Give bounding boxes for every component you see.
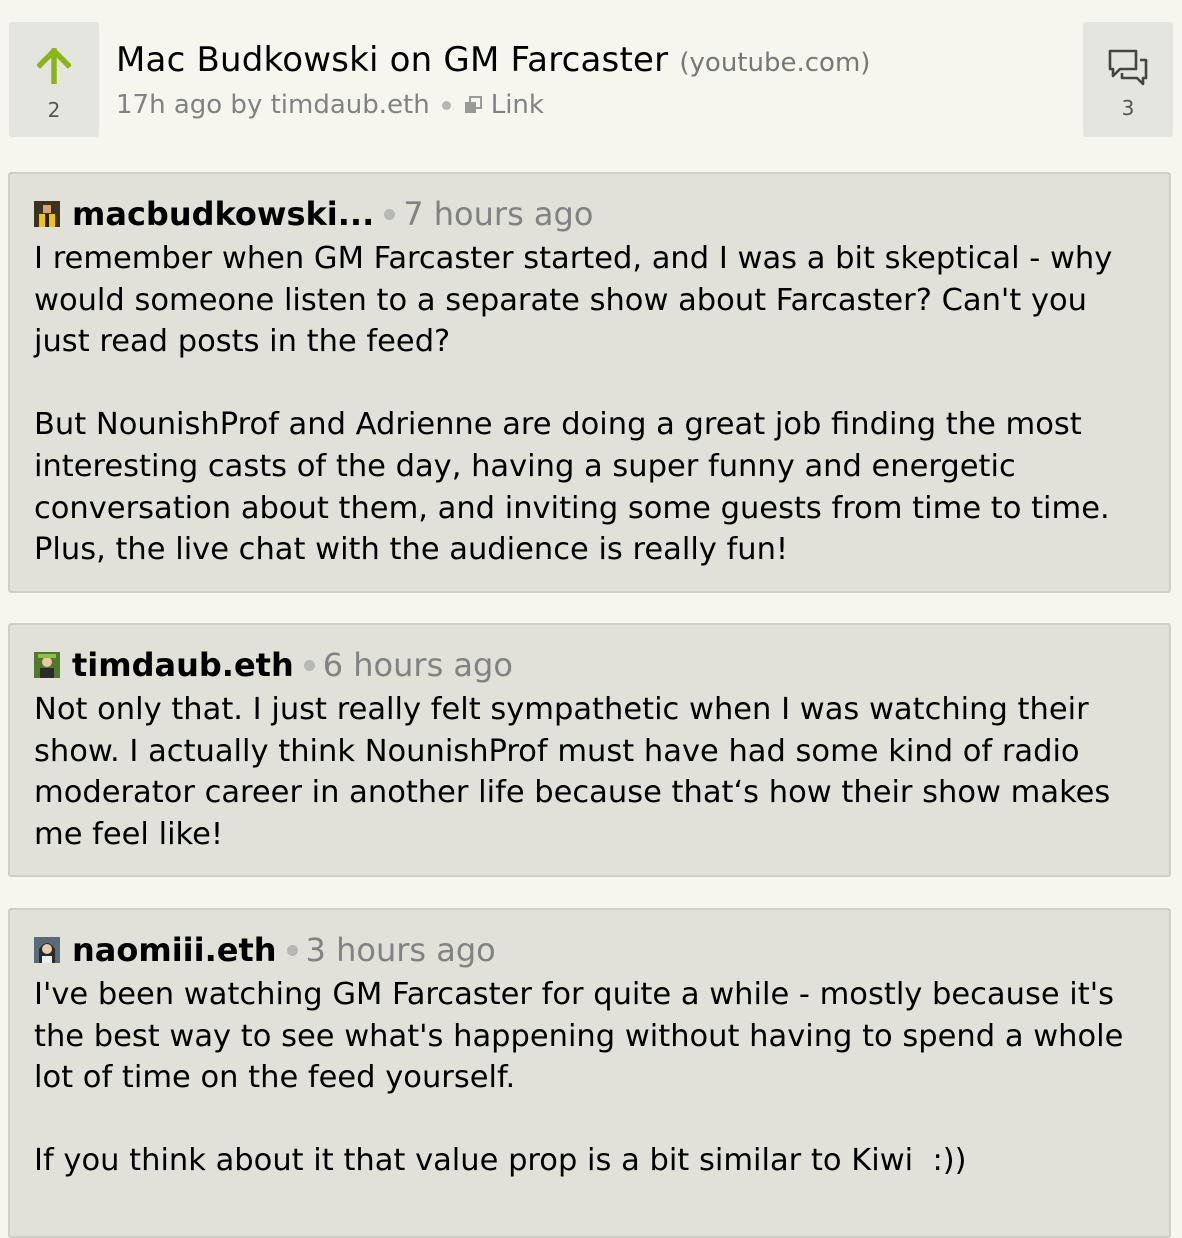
story-title[interactable]: Mac Budkowski on GM Farcaster	[116, 40, 668, 80]
avatar[interactable]	[34, 201, 60, 227]
comment-body: Not only that. I just really felt sympat…	[34, 689, 1145, 855]
comment-author[interactable]: macbudkowski...	[72, 195, 374, 233]
story-link[interactable]: Link	[491, 90, 544, 120]
comment-paragraph: Not only that. I just really felt sympat…	[34, 692, 1111, 852]
separator-dot	[303, 659, 315, 671]
story-meta: 17h ago by timdaub.eth Link	[116, 90, 544, 120]
comment: timdaub.eth 6 hours ago Not only that. I…	[8, 623, 1171, 877]
comment-paragraph: I remember when GM Farcaster started, an…	[34, 241, 1113, 360]
comments-count-box[interactable]: 3	[1083, 22, 1173, 137]
comment: naomiii.eth 3 hours ago I've been watchi…	[8, 908, 1171, 1238]
vote-count: 2	[47, 98, 61, 122]
comment-author[interactable]: timdaub.eth	[72, 646, 294, 684]
upvote-box[interactable]: 2	[9, 22, 99, 137]
avatar[interactable]	[34, 652, 60, 678]
story-age-author[interactable]: 17h ago by timdaub.eth	[116, 90, 430, 120]
comment-header: macbudkowski... 7 hours ago	[34, 192, 1145, 236]
separator-dot	[286, 944, 298, 956]
upvote-arrow-icon[interactable]	[37, 48, 71, 84]
comments-icon	[1108, 49, 1148, 86]
comment-time[interactable]: 6 hours ago	[323, 646, 513, 684]
comment-paragraph: I've been watching GM Farcaster for quit…	[34, 977, 1124, 1096]
comment-time[interactable]: 3 hours ago	[306, 931, 496, 969]
story-header: 2 Mac Budkowski on GM Farcaster (youtube…	[0, 0, 1182, 150]
comment-paragraph: But NounishProf and Adrienne are doing a…	[34, 407, 1110, 568]
comment-header: timdaub.eth 6 hours ago	[34, 643, 1145, 687]
separator-dot	[384, 208, 396, 220]
comment-body: I remember when GM Farcaster started, an…	[34, 238, 1145, 571]
comment-body: I've been watching GM Farcaster for quit…	[34, 974, 1145, 1182]
comment-time[interactable]: 7 hours ago	[403, 195, 593, 233]
comment-count: 3	[1121, 96, 1135, 120]
comment-author[interactable]: naomiii.eth	[72, 931, 277, 969]
comment-paragraph: If you think about it that value prop is…	[34, 1143, 967, 1179]
story-domain[interactable]: (youtube.com)	[679, 48, 870, 78]
comment-header: naomiii.eth 3 hours ago	[34, 928, 1145, 972]
avatar[interactable]	[34, 937, 60, 963]
story-title-row: Mac Budkowski on GM Farcaster (youtube.c…	[116, 40, 870, 80]
link-icon	[464, 96, 482, 113]
separator-dot	[441, 100, 451, 110]
comment: macbudkowski... 7 hours ago I remember w…	[8, 172, 1171, 593]
